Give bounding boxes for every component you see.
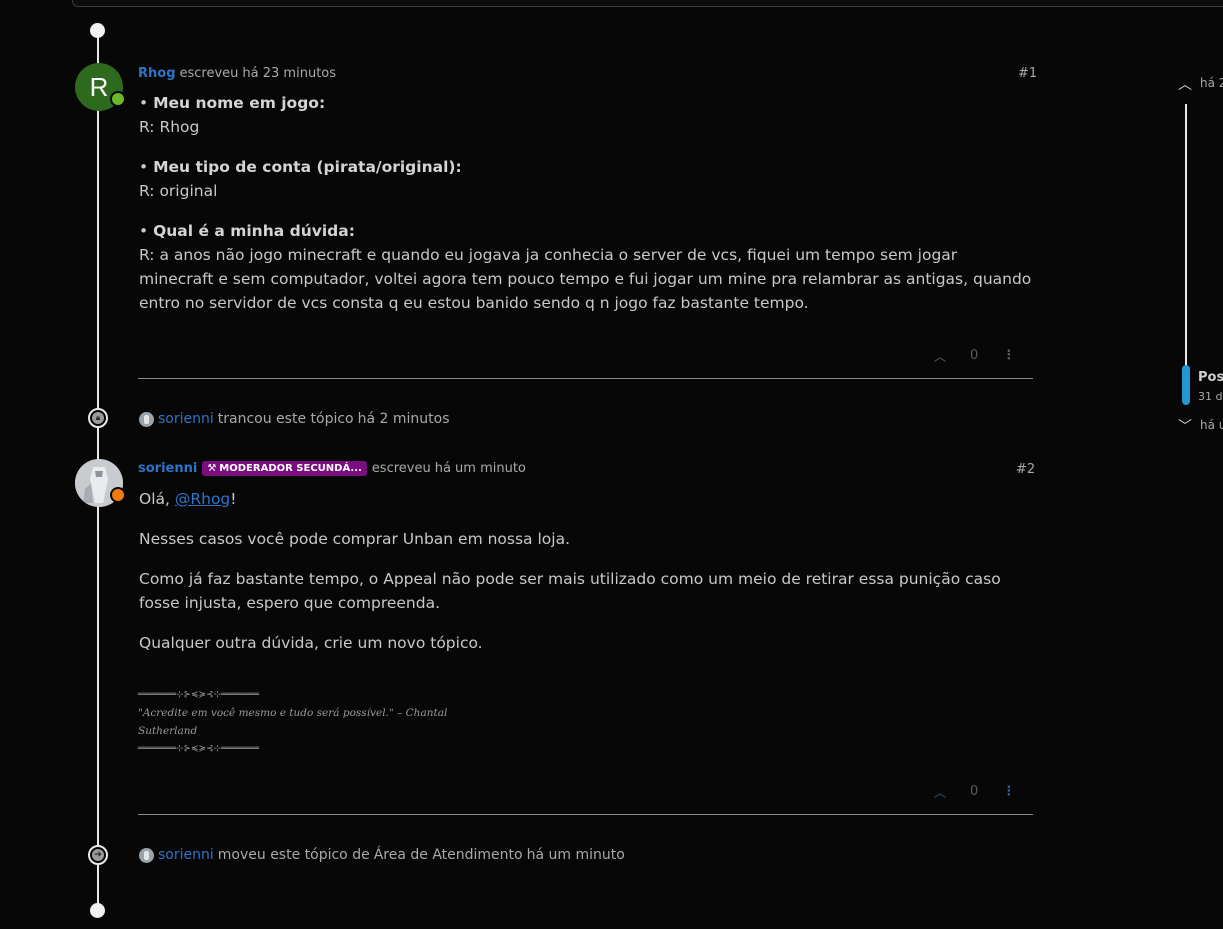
post-author-link[interactable]: sorienni bbox=[138, 461, 197, 476]
lock-event: sorienni trancou este tópico há 2 minuto… bbox=[139, 411, 450, 427]
post-divider bbox=[138, 378, 1033, 379]
question-answer: R: original bbox=[139, 182, 218, 200]
paragraph: Como já faz bastante tempo, o Appeal não… bbox=[139, 570, 1001, 612]
scrubber-top-label[interactable]: há 2 bbox=[1200, 76, 1223, 90]
scrubber-current-title: Pos bbox=[1198, 370, 1223, 385]
mention-link[interactable]: @Rhog bbox=[175, 490, 230, 508]
greeting: Olá, @Rhog! bbox=[139, 487, 1034, 511]
scrubber-bottom-label[interactable]: há u bbox=[1200, 418, 1223, 432]
event-text: moveu este tópico de bbox=[217, 847, 370, 863]
timeline-start-dot bbox=[90, 23, 105, 38]
question-answer: R: a anos não jogo minecraft e quando eu… bbox=[139, 246, 1032, 312]
signature-quote-author: Sutherland bbox=[138, 725, 198, 737]
top-bar bbox=[72, 0, 1223, 7]
question-heading: Meu nome em jogo: bbox=[153, 94, 326, 112]
move-icon: ➔ bbox=[88, 845, 108, 865]
vote-count[interactable]: 0 bbox=[970, 784, 978, 799]
question-heading: Qual é a minha dúvida: bbox=[153, 222, 355, 240]
away-status-dot bbox=[110, 487, 126, 503]
category-link[interactable]: Área de Atendimento bbox=[374, 847, 523, 863]
online-status-dot bbox=[110, 91, 126, 107]
signature-border: ═══════⊹⊱≼≽⊰⊹═══════ bbox=[138, 690, 260, 700]
upvote-icon[interactable]: ︿ bbox=[932, 782, 948, 801]
scrubber-handle[interactable] bbox=[1182, 365, 1190, 405]
vote-count[interactable]: 0 bbox=[970, 348, 978, 363]
signature-border: ═══════⊹⊱≼≽⊰⊹═══════ bbox=[138, 744, 260, 754]
user-mini-avatar[interactable] bbox=[139, 411, 154, 427]
chevron-down-icon[interactable]: ﹀ bbox=[1178, 416, 1192, 436]
post-vote-bar: ︿ 0 ⋮ bbox=[932, 782, 1015, 801]
question-answer: R: Rhog bbox=[139, 118, 200, 136]
signature: ═══════⊹⊱≼≽⊰⊹═══════ "Acredite em você m… bbox=[138, 686, 447, 758]
upvote-icon[interactable]: ︿ bbox=[932, 346, 948, 365]
lock-icon: 🔒︎ bbox=[88, 408, 108, 428]
chevron-up-icon[interactable]: ︿ bbox=[1178, 74, 1192, 94]
post-meta: Rhog escreveu há 23 minutos bbox=[138, 66, 336, 81]
greeting-prefix: Olá, bbox=[139, 490, 175, 508]
avatar-letter: R bbox=[89, 71, 109, 102]
post-time-link[interactable]: há um minuto bbox=[435, 461, 526, 476]
post-number-link[interactable]: #2 bbox=[1016, 462, 1035, 477]
event-time[interactable]: há 2 minutos bbox=[358, 411, 450, 427]
greeting-suffix: ! bbox=[230, 490, 237, 508]
moderator-badge[interactable]: ⚒ MODERADOR SECUNDÁ... bbox=[202, 461, 367, 476]
user-mini-avatar[interactable] bbox=[139, 847, 154, 863]
scrubber-track[interactable] bbox=[1185, 104, 1187, 404]
scrubber-current-date: 31 de bbox=[1198, 390, 1223, 403]
event-user-link[interactable]: sorienni bbox=[158, 847, 214, 863]
hammer-icon: ⚒ bbox=[207, 463, 217, 474]
move-event: sorienni moveu este tópico de Área de At… bbox=[139, 847, 625, 863]
post-content: • Meu nome em jogo: R: Rhog • Meu tipo d… bbox=[139, 91, 1034, 315]
more-options-icon[interactable]: ⋮ bbox=[1002, 348, 1015, 363]
post-action: escreveu bbox=[371, 461, 431, 476]
post-author-link[interactable]: Rhog bbox=[138, 66, 176, 81]
question-heading: Meu tipo de conta (pirata/original): bbox=[153, 158, 462, 176]
post-content: Olá, @Rhog! Nesses casos você pode compr… bbox=[139, 487, 1034, 655]
post-time-link[interactable]: há 23 minutos bbox=[242, 66, 336, 81]
event-text: trancou este tópico bbox=[217, 411, 354, 427]
signature-quote: "Acredite em você mesmo e tudo será poss… bbox=[138, 707, 448, 719]
post-divider bbox=[138, 814, 1033, 815]
event-user-link[interactable]: sorienni bbox=[158, 411, 214, 427]
post-vote-bar: ︿ 0 ⋮ bbox=[932, 346, 1015, 365]
badge-label: MODERADOR SECUNDÁ... bbox=[219, 463, 362, 474]
paragraph: Qualquer outra dúvida, crie um novo tópi… bbox=[139, 634, 483, 652]
paragraph: Nesses casos você pode comprar Unban em … bbox=[139, 530, 571, 548]
post-action: escreveu bbox=[179, 66, 239, 81]
post-meta: sorienni ⚒ MODERADOR SECUNDÁ... escreveu … bbox=[138, 461, 526, 476]
post-number-link[interactable]: #1 bbox=[1018, 66, 1037, 81]
more-options-icon[interactable]: ⋮ bbox=[1002, 784, 1015, 799]
event-time[interactable]: há um minuto bbox=[527, 847, 625, 863]
timeline-end-dot bbox=[90, 903, 105, 918]
